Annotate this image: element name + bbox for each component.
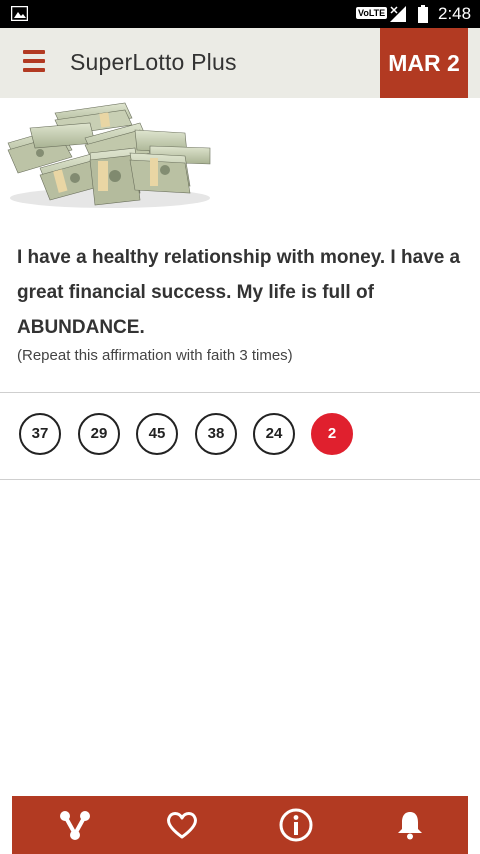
bell-icon xyxy=(398,812,422,840)
volte-indicator: VoLTE xyxy=(356,7,388,19)
status-bar: VoLTE 2:48 xyxy=(0,0,480,28)
app-title: SuperLotto Plus xyxy=(70,49,237,75)
signal-icon xyxy=(390,6,406,22)
money-stack-image xyxy=(7,102,211,208)
share-icon xyxy=(60,811,90,840)
bottom-nav xyxy=(12,796,468,854)
share-button[interactable] xyxy=(45,796,105,854)
affirmation-note: (Repeat this affirmation with faith 3 ti… xyxy=(17,347,293,364)
number-ball: 24 xyxy=(253,413,295,455)
status-clock: 2:48 xyxy=(438,4,472,23)
affirmation-text: I have a healthy relationship with money… xyxy=(17,247,461,338)
menu-icon[interactable] xyxy=(23,50,45,72)
battery-icon xyxy=(418,5,428,23)
mega-number-ball: 2 xyxy=(311,413,353,455)
info-icon xyxy=(279,808,313,842)
number-ball: 38 xyxy=(195,413,237,455)
divider-bottom xyxy=(0,479,480,480)
notifications-button[interactable] xyxy=(380,796,440,854)
date-badge: MAR 2 xyxy=(380,28,468,98)
gallery-notification-icon xyxy=(11,6,28,21)
info-button[interactable] xyxy=(266,796,326,854)
number-ball: 45 xyxy=(136,413,178,455)
divider-top xyxy=(0,392,480,393)
number-ball: 29 xyxy=(78,413,120,455)
favorite-button[interactable] xyxy=(152,796,212,854)
number-ball: 37 xyxy=(19,413,61,455)
heart-icon xyxy=(167,812,197,839)
app-bar: SuperLotto Plus MAR 2 xyxy=(0,28,480,98)
